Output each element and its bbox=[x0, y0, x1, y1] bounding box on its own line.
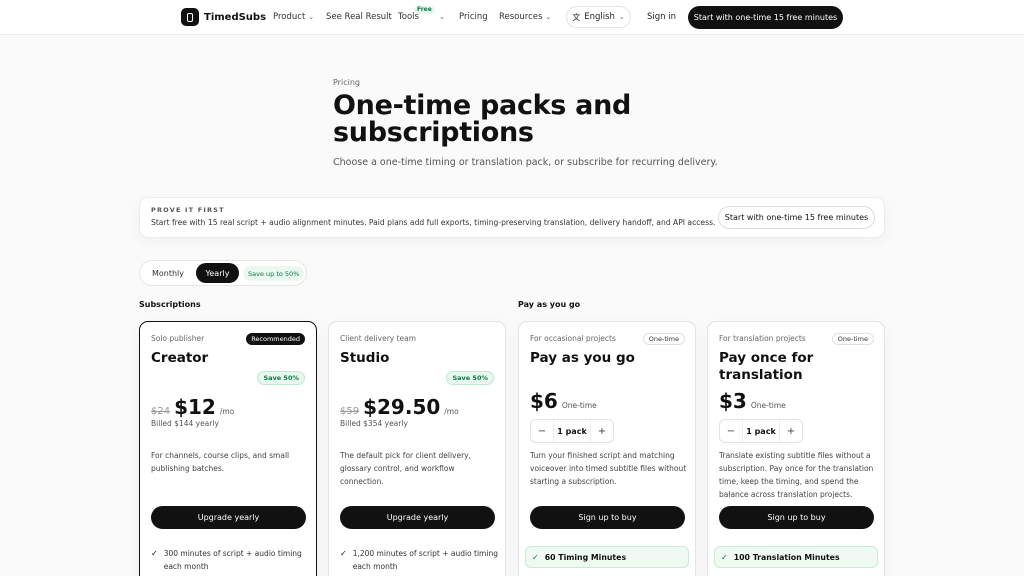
plan-description: Translate existing subtitle files withou… bbox=[719, 451, 874, 499]
one-time-badge: One-time bbox=[642, 333, 685, 345]
feature-text: 100 Translation Minutes bbox=[733, 552, 840, 562]
decrement-button[interactable]: − bbox=[720, 426, 742, 437]
nav-pricing-label: Pricing bbox=[459, 12, 488, 22]
plan-kicker: For occasional projects bbox=[530, 334, 616, 343]
price-row: $3 One-time bbox=[719, 389, 786, 413]
pack-quantity: 1 pack bbox=[742, 420, 780, 442]
plan-title: Creator bbox=[151, 350, 209, 366]
feature-text: 60 Timing Minutes bbox=[544, 552, 627, 562]
sign-in-link[interactable]: Sign in bbox=[647, 12, 676, 22]
plan-kicker: Solo publisher bbox=[151, 334, 205, 343]
prove-text: Start free with 15 real script + audio a… bbox=[151, 218, 716, 227]
one-time-badge: One-time bbox=[831, 333, 874, 345]
nav-tools[interactable]: Tools ⌄ bbox=[398, 12, 445, 22]
sign-up-to-buy-button[interactable]: Sign up to buy bbox=[719, 506, 874, 529]
plan-feature-highlight: ✓ 100 Translation Minutes bbox=[714, 546, 878, 568]
price-period: One-time bbox=[750, 401, 786, 410]
plan-card-pay-as-you-go: For occasional projects One-time Pay as … bbox=[518, 321, 696, 576]
price: $6 bbox=[530, 389, 558, 413]
price-period: /mo bbox=[444, 407, 459, 416]
nav-resources[interactable]: Resources ⌄ bbox=[499, 12, 551, 22]
section-pay-as-you-go: Pay as you go bbox=[518, 300, 581, 309]
logo-icon bbox=[181, 8, 199, 26]
prove-it-first-banner: PROVE IT FIRST Start free with 15 real s… bbox=[139, 197, 885, 238]
check-icon: ✓ bbox=[721, 552, 728, 562]
price-period: One-time bbox=[561, 401, 597, 410]
nav-product[interactable]: Product ⌄ bbox=[273, 12, 314, 22]
nav-see-real-result[interactable]: See Real Result bbox=[326, 12, 392, 22]
plan-feature-highlight: ✓ 60 Timing Minutes bbox=[525, 546, 689, 568]
old-price: $59 bbox=[340, 406, 360, 417]
start-free-button[interactable]: Start with one-time 15 free minutes bbox=[688, 6, 843, 29]
plan-description: For channels, course clips, and small pu… bbox=[151, 451, 290, 473]
chevron-down-icon: ⌄ bbox=[545, 13, 552, 21]
feature-text: 1,200 minutes of script + audio timing e… bbox=[352, 549, 498, 571]
save-badge: Save 50% bbox=[257, 371, 305, 385]
price-row: $59 $29.50 /mo bbox=[340, 395, 459, 419]
plan-card-translation: For translation projects One-time Pay on… bbox=[707, 321, 885, 576]
plan-title: Pay as you go bbox=[530, 350, 635, 366]
toggle-monthly[interactable]: Monthly bbox=[144, 264, 192, 282]
nav-resources-label: Resources bbox=[499, 12, 543, 22]
upgrade-yearly-button[interactable]: Upgrade yearly bbox=[340, 506, 495, 529]
nav-tools-label: Tools bbox=[398, 12, 419, 22]
plan-title: Pay once for translation bbox=[719, 350, 814, 383]
brand-logo[interactable]: TimedSubs bbox=[181, 8, 266, 26]
top-nav: TimedSubs Product ⌄ See Real Result Free… bbox=[0, 0, 1024, 35]
chevron-down-icon: ⌄ bbox=[438, 13, 445, 21]
check-icon: ✓ bbox=[151, 549, 158, 558]
language-selector[interactable]: 文 English ⌄ bbox=[566, 6, 631, 28]
plan-card-creator: Solo publisher Recommended Creator Save … bbox=[139, 321, 317, 576]
price-row: $24 $12 /mo bbox=[151, 395, 234, 419]
nav-pricing[interactable]: Pricing bbox=[459, 12, 488, 22]
decrement-button[interactable]: − bbox=[531, 426, 553, 437]
upgrade-yearly-button[interactable]: Upgrade yearly bbox=[151, 506, 306, 529]
section-subscriptions: Subscriptions bbox=[139, 300, 201, 309]
sign-up-to-buy-button[interactable]: Sign up to buy bbox=[530, 506, 685, 529]
pack-quantity-stepper: − 1 pack + bbox=[530, 419, 614, 443]
feature-text: 300 minutes of script + audio timing eac… bbox=[163, 549, 302, 571]
check-icon: ✓ bbox=[532, 552, 539, 562]
plan-kicker: Client delivery team bbox=[340, 334, 417, 343]
price: $12 bbox=[174, 395, 216, 419]
plan-title: Studio bbox=[340, 350, 390, 366]
price: $3 bbox=[719, 389, 747, 413]
plan-description: The default pick for client delivery, gl… bbox=[340, 451, 471, 486]
plan-card-studio: Client delivery team Studio Save 50% $59… bbox=[328, 321, 506, 576]
chevron-down-icon: ⌄ bbox=[618, 13, 625, 21]
billed-note: Billed $354 yearly bbox=[340, 419, 408, 428]
price-row: $6 One-time bbox=[530, 389, 597, 413]
plan-feature: ✓ 1,200 minutes of script + audio timing… bbox=[340, 547, 498, 573]
chevron-down-icon: ⌄ bbox=[308, 13, 315, 21]
nav-see-real-result-label: See Real Result bbox=[326, 12, 392, 22]
page-subtitle: Choose a one-time timing or translation … bbox=[333, 157, 718, 168]
plan-feature: ✓ 300 minutes of script + audio timing e… bbox=[151, 547, 309, 573]
save-badge: Save up to 50% bbox=[243, 266, 305, 281]
prove-start-button[interactable]: Start with one-time 15 free minutes bbox=[718, 206, 875, 229]
price: $29.50 bbox=[363, 395, 441, 419]
page-eyebrow: Pricing bbox=[333, 78, 360, 87]
pack-quantity: 1 pack bbox=[553, 420, 591, 442]
recommended-badge: Recommended bbox=[246, 333, 305, 345]
translate-icon: 文 bbox=[572, 12, 581, 22]
plan-description: Turn your finished script and matching v… bbox=[530, 451, 687, 486]
save-badge: Save 50% bbox=[446, 371, 494, 385]
old-price: $24 bbox=[151, 406, 171, 417]
increment-button[interactable]: + bbox=[591, 426, 613, 437]
pack-quantity-stepper: − 1 pack + bbox=[719, 419, 803, 443]
nav-product-label: Product bbox=[273, 12, 306, 22]
toggle-yearly[interactable]: Yearly bbox=[196, 263, 239, 283]
billed-note: Billed $144 yearly bbox=[151, 419, 219, 428]
plan-kicker: For translation projects bbox=[719, 334, 806, 343]
billing-toggle: Monthly Yearly Save up to 50% bbox=[139, 260, 307, 286]
page-title: One-time packs and subscriptions bbox=[333, 90, 632, 148]
increment-button[interactable]: + bbox=[780, 426, 802, 437]
prove-title: PROVE IT FIRST bbox=[151, 206, 225, 214]
brand-name: TimedSubs bbox=[204, 11, 267, 23]
price-period: /mo bbox=[219, 407, 235, 416]
language-label: English bbox=[584, 12, 615, 22]
check-icon: ✓ bbox=[340, 549, 347, 558]
